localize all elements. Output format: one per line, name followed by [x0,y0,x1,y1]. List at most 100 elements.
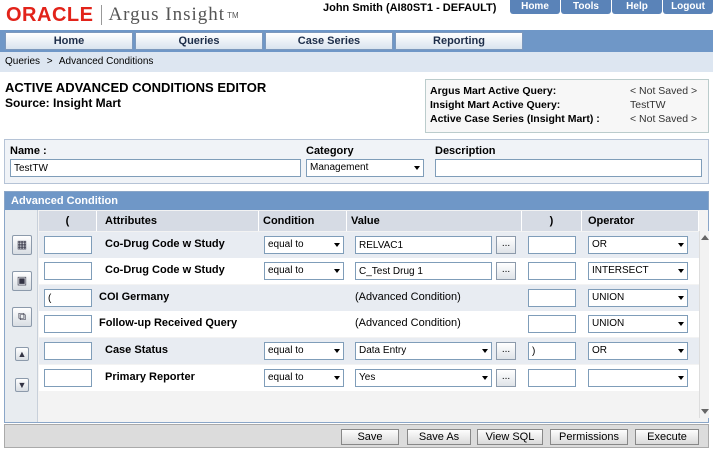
user-info: John Smith (AI80ST1 - DEFAULT) [323,2,497,14]
nav-queries[interactable]: Queries [135,32,263,50]
value-select-value: Yes [359,372,376,383]
close-paren-input[interactable] [528,236,576,254]
operator-select[interactable]: OR [588,342,688,360]
top-link-home[interactable]: Home [510,0,560,14]
advanced-condition-value: (Advanced Condition) [355,291,461,303]
chevron-down-icon [678,243,684,247]
chevron-down-icon [678,269,684,273]
chevron-down-icon [334,349,340,353]
attribute-label: Primary Reporter [105,371,195,383]
value-lookup-button[interactable]: ... [496,342,516,360]
breadcrumb-queries[interactable]: Queries [5,56,40,67]
logo-divider [101,5,103,25]
chevron-down-icon [678,296,684,300]
save-as-button[interactable]: Save As [407,429,471,445]
condition-row: Co-Drug Code w Study equal to ... INTERS… [39,258,699,284]
col-value: Value [347,211,522,231]
attribute-label: COI Germany [99,291,170,303]
add-group-icon[interactable]: ▣ [12,271,32,291]
oracle-argus-logo: ORACLE Argus Insight TM [6,4,239,26]
add-condition-icon[interactable]: ▦ [12,235,32,255]
operator-select[interactable] [588,369,688,387]
description-input[interactable] [435,159,702,177]
execute-button[interactable]: Execute [635,429,699,445]
info-key: Argus Mart Active Query: [430,85,557,97]
condition-row: Follow-up Received Query (Advanced Condi… [39,311,699,337]
condition-row: COI Germany (Advanced Condition) UNION [39,285,699,311]
breadcrumb: Queries > Advanced Conditions [0,52,713,72]
chevron-down-icon [678,349,684,353]
description-label: Description [435,145,496,157]
condition-select[interactable]: equal to [264,262,344,280]
operator-select[interactable]: INTERSECT [588,262,688,280]
category-label: Category [306,145,354,157]
name-label: Name : [10,145,47,157]
chevron-down-icon [482,349,488,353]
operator-value: OR [592,239,607,250]
condition-select[interactable]: equal to [264,236,344,254]
open-paren-input[interactable] [44,289,92,307]
open-paren-input[interactable] [44,369,92,387]
close-paren-input[interactable] [528,289,576,307]
scroll-up-icon[interactable] [701,235,709,240]
scroll-down-icon[interactable] [701,409,709,414]
condition-select[interactable]: equal to [264,342,344,360]
copy-condition-icon[interactable]: ⧉ [12,307,32,327]
top-link-tools[interactable]: Tools [561,0,611,14]
attribute-label: Case Status [105,344,168,356]
attribute-label: Co-Drug Code w Study [105,238,225,250]
operator-select[interactable]: UNION [588,315,688,333]
top-link-help[interactable]: Help [612,0,662,14]
condition-value: equal to [268,372,304,383]
value-select[interactable]: Yes [355,369,492,387]
info-value: TestTW [630,99,666,111]
value-input[interactable] [355,236,492,254]
view-sql-button[interactable]: View SQL [477,429,543,445]
col-condition: Condition [259,211,347,231]
category-value: Management [310,162,369,173]
open-paren-input[interactable] [44,236,92,254]
info-value: < Not Saved > [630,113,698,125]
open-paren-input[interactable] [44,315,92,333]
value-input[interactable] [355,262,492,280]
operator-select[interactable]: UNION [588,289,688,307]
value-lookup-button[interactable]: ... [496,262,516,280]
operator-select[interactable]: OR [588,236,688,254]
argus-insight-logo-text: Argus Insight [108,4,226,25]
save-button[interactable]: Save [341,429,399,445]
permissions-button[interactable]: Permissions [550,429,628,445]
advanced-condition-header: Advanced Condition [5,192,708,210]
close-paren-input[interactable] [528,369,576,387]
col-close-paren: ) [522,211,582,231]
page-title: ACTIVE ADVANCED CONDITIONS EDITOR [5,80,267,95]
value-select[interactable]: Data Entry [355,342,492,360]
info-value: < Not Saved > [630,85,698,97]
top-nav: Home Tools Help Logout [509,0,713,14]
open-paren-input[interactable] [44,262,92,280]
open-paren-input[interactable] [44,342,92,360]
close-paren-input[interactable] [528,315,576,333]
breadcrumb-current: Advanced Conditions [58,56,154,67]
operator-value: INTERSECT [592,265,649,276]
operator-value: UNION [592,318,625,329]
category-select[interactable]: Management [306,159,424,177]
nav-home[interactable]: Home [5,32,133,50]
close-paren-input[interactable] [528,262,576,280]
operator-value: OR [592,345,607,356]
condition-toolbar: ▦ ▣ ⧉ ▲ ▼ [5,210,38,422]
chevron-down-icon [414,166,420,170]
nav-case-series[interactable]: Case Series [265,32,393,50]
condition-select[interactable]: equal to [264,369,344,387]
move-down-icon[interactable]: ▼ [15,378,29,392]
info-key: Active Case Series (Insight Mart) : [430,113,600,125]
value-lookup-button[interactable]: ... [496,369,516,387]
nav-reporting[interactable]: Reporting [395,32,523,50]
top-link-logout[interactable]: Logout [663,0,713,14]
chevron-down-icon [678,376,684,380]
name-input[interactable] [10,159,301,177]
condition-value: equal to [268,265,304,276]
value-lookup-button[interactable]: ... [496,236,516,254]
close-paren-input[interactable] [528,342,576,360]
move-up-icon[interactable]: ▲ [15,347,29,361]
vertical-scrollbar[interactable] [699,231,709,418]
